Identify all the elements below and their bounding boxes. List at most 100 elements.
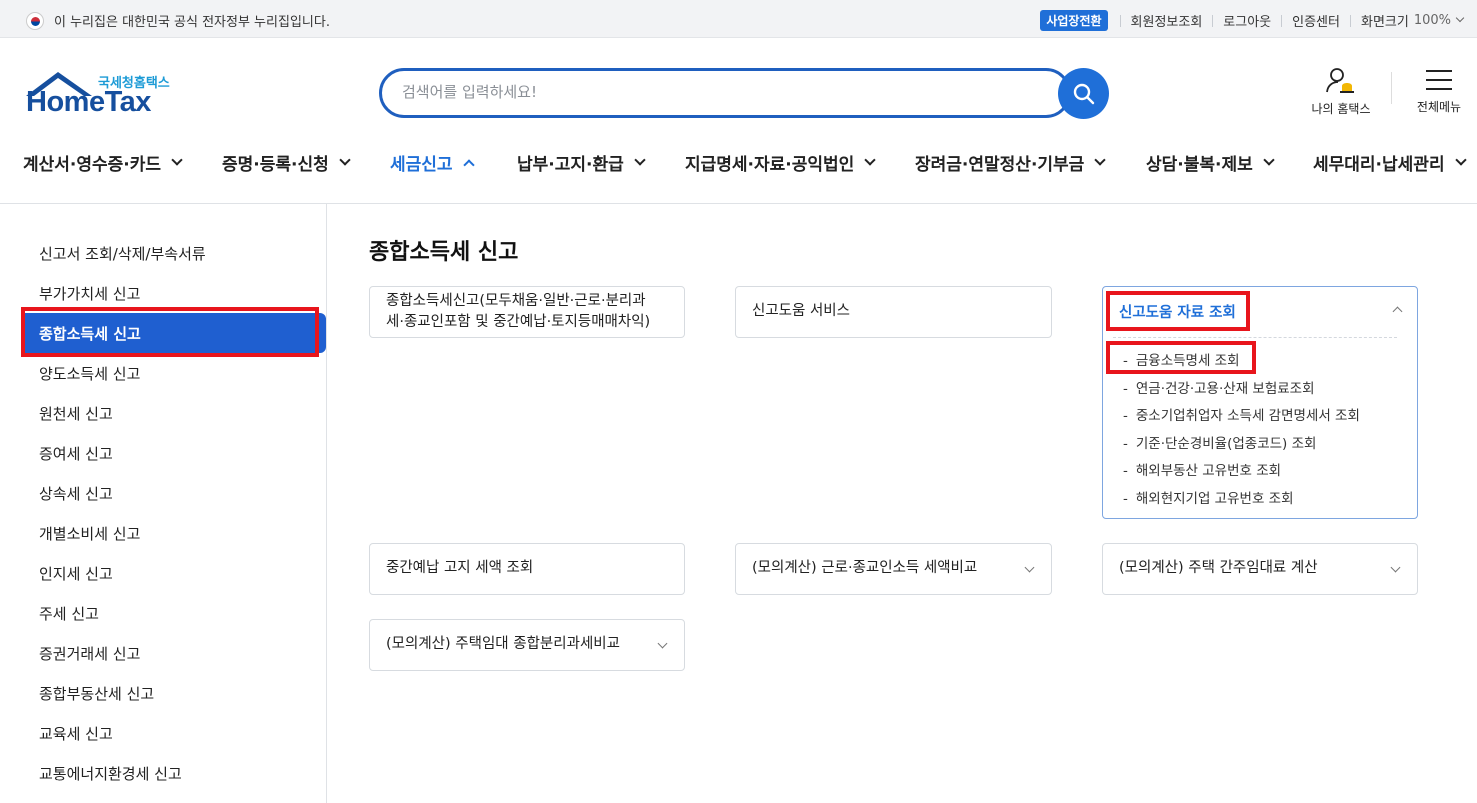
highlight-box bbox=[21, 307, 319, 357]
card-label: (모의계산) 근로·종교인소득 세액비교 bbox=[752, 560, 978, 576]
card-income-tax-filing[interactable]: 종합소득세신고(모두채움·일반·근로·분리과 세·종교인포함 및 중간예납·토지… bbox=[369, 286, 685, 338]
gnb-item-certificate[interactable]: 증명·등록·신청 bbox=[222, 150, 351, 175]
korea-flag-icon bbox=[26, 11, 44, 30]
utility-menu: 사업장전환 회원정보조회 로그아웃 인증센터 화면크기 100% bbox=[1040, 10, 1465, 31]
zoom-value: 100% bbox=[1413, 13, 1451, 28]
my-hometax-button[interactable]: 나의 홈택스 bbox=[1300, 64, 1382, 117]
chevron-up-icon bbox=[462, 158, 475, 171]
card-interim-notice[interactable]: 중간예납 고지 세액 조회 bbox=[369, 543, 685, 595]
sub-item-expense-rate[interactable]: - 기준·단순경비율(업종코드) 조회 bbox=[1123, 432, 1316, 452]
divider bbox=[1349, 14, 1351, 27]
biz-switch-button[interactable]: 사업장전환 bbox=[1040, 10, 1108, 31]
chevron-down-icon bbox=[1455, 13, 1465, 23]
card-help-service[interactable]: 신고도움 서비스 bbox=[735, 286, 1052, 338]
chevron-down-icon bbox=[1094, 154, 1106, 166]
zoom-select[interactable]: 100% bbox=[1413, 13, 1465, 28]
hamburger-icon bbox=[1426, 70, 1452, 90]
all-menu-button[interactable]: 전체메뉴 bbox=[1402, 64, 1476, 115]
chevron-up-icon[interactable] bbox=[1392, 306, 1403, 317]
gnb-item-incentive[interactable]: 장려금·연말정산·기부금 bbox=[915, 150, 1106, 175]
search-button[interactable] bbox=[1058, 68, 1109, 119]
logo-title: HomeTax bbox=[26, 86, 151, 118]
gnb-item-agent[interactable]: 세무대리·납세관리 bbox=[1313, 150, 1467, 175]
card-sim-housing-rental[interactable]: (모의계산) 주택임대 종합분리과세비교 bbox=[369, 619, 685, 671]
lnb-item-gift-tax[interactable]: 증여세 신고 bbox=[39, 443, 113, 464]
lnb-item-transfer-tax[interactable]: 양도소득세 신고 bbox=[39, 363, 140, 384]
lnb-item-withholding[interactable]: 원천세 신고 bbox=[39, 403, 113, 424]
chevron-down-icon bbox=[1454, 154, 1467, 166]
gnb-item-tax-filing[interactable]: 세금신고 bbox=[390, 150, 475, 175]
main-nav: 계산서·영수증·카드 증명·등록·신청 세금신고 납부·고지·환급 지급명세·자… bbox=[0, 140, 1477, 184]
card-label: (모의계산) 주택 간주임대료 계산 bbox=[1119, 560, 1318, 576]
gnb-label: 세금신고 bbox=[390, 155, 453, 175]
gov-notice-text: 이 누리집은 대한민국 공식 전자정부 누리집입니다. bbox=[54, 15, 330, 30]
chevron-down-icon bbox=[339, 154, 351, 166]
gnb-item-payment[interactable]: 납부·고지·환급 bbox=[517, 150, 646, 175]
highlight-box bbox=[1106, 341, 1256, 374]
card-label-line: 세·종교인포함 및 중간예납·토지등매매차익) bbox=[386, 314, 651, 330]
search-icon bbox=[1073, 83, 1094, 104]
gnb-item-invoice[interactable]: 계산서·영수증·카드 bbox=[23, 150, 183, 175]
lnb-item-education[interactable]: 교육세 신고 bbox=[39, 723, 113, 744]
cert-center-link[interactable]: 인증센터 bbox=[1292, 11, 1340, 30]
gov-notice: 이 누리집은 대한민국 공식 전자정부 누리집입니다. bbox=[26, 11, 330, 30]
sub-item-label: 해외현지기업 고유번호 조회 bbox=[1135, 491, 1294, 507]
card-label: 신고도움 서비스 bbox=[752, 303, 850, 319]
gov-banner: 이 누리집은 대한민국 공식 전자정부 누리집입니다. 사업장전환 회원정보조회… bbox=[0, 0, 1477, 38]
lnb-item-stamp[interactable]: 인지세 신고 bbox=[39, 563, 113, 584]
divider bbox=[1119, 14, 1121, 27]
sub-item-label: 중소기업취업자 소득세 감면명세서 조회 bbox=[1135, 408, 1360, 424]
search-input[interactable] bbox=[402, 83, 1042, 101]
divider bbox=[1281, 14, 1283, 27]
gnb-label: 납부·고지·환급 bbox=[517, 155, 624, 175]
user-bell-icon bbox=[1326, 68, 1354, 93]
divider bbox=[1391, 72, 1392, 104]
highlight-box bbox=[1106, 291, 1250, 331]
lnb-item-property[interactable]: 종합부동산세 신고 bbox=[39, 683, 154, 704]
gnb-label: 장려금·연말정산·기부금 bbox=[915, 155, 1085, 175]
hometax-logo[interactable]: 국세청홈택스 HomeTax bbox=[24, 70, 184, 120]
gnb-item-consult[interactable]: 상담·불복·제보 bbox=[1146, 150, 1275, 175]
gnb-label: 상담·불복·제보 bbox=[1146, 155, 1253, 175]
member-info-link[interactable]: 회원정보조회 bbox=[1131, 11, 1203, 30]
gnb-label: 계산서·영수증·카드 bbox=[23, 155, 162, 175]
chevron-down-icon bbox=[634, 154, 646, 166]
sub-item-overseas-property[interactable]: - 해외부동산 고유번호 조회 bbox=[1123, 459, 1281, 479]
chevron-down-icon bbox=[1263, 154, 1275, 166]
card-sim-labor-religious[interactable]: (모의계산) 근로·종교인소득 세액비교 bbox=[735, 543, 1052, 595]
search-box bbox=[379, 68, 1071, 118]
card-sim-deemed-rent[interactable]: (모의계산) 주택 간주임대료 계산 bbox=[1102, 543, 1418, 595]
screen-size-label: 화면크기 bbox=[1360, 15, 1409, 30]
logout-link[interactable]: 로그아웃 bbox=[1223, 11, 1271, 30]
page-title: 종합소득세 신고 bbox=[369, 240, 519, 265]
card-label: 중간예납 고지 세액 조회 bbox=[386, 560, 534, 576]
card-label: 종합소득세신고(모두채움·일반·근로·분리과 세·종교인포함 및 중간예납·토지… bbox=[386, 291, 650, 333]
sub-item-sme-reduction[interactable]: - 중소기업취업자 소득세 감면명세서 조회 bbox=[1123, 404, 1360, 424]
all-menu-label: 전체메뉴 bbox=[1416, 100, 1462, 114]
my-hometax-label: 나의 홈택스 bbox=[1311, 102, 1371, 116]
lnb-item-excise[interactable]: 개별소비세 신고 bbox=[39, 523, 140, 544]
lnb-item-securities[interactable]: 증권거래세 신고 bbox=[39, 643, 140, 664]
lnb-item-vat[interactable]: 부가가치세 신고 bbox=[39, 283, 140, 304]
chevron-down-icon bbox=[171, 154, 183, 166]
lnb-item-energy[interactable]: 교통에너지환경세 신고 bbox=[39, 763, 182, 784]
lnb-item-liquor[interactable]: 주세 신고 bbox=[39, 603, 99, 624]
sub-item-overseas-company[interactable]: - 해외현지기업 고유번호 조회 bbox=[1123, 487, 1294, 507]
lnb-item-inheritance[interactable]: 상속세 신고 bbox=[39, 483, 113, 504]
sub-item-label: 해외부동산 고유번호 조회 bbox=[1135, 463, 1282, 479]
gnb-label: 증명·등록·신청 bbox=[222, 155, 329, 175]
sub-item-insurance[interactable]: - 연금·건강·고용·산재 보험료조회 bbox=[1123, 377, 1315, 397]
card-label-line: 종합소득세신고(모두채움·일반·근로·분리과 bbox=[386, 293, 646, 309]
sub-item-label: 연금·건강·고용·산재 보험료조회 bbox=[1135, 381, 1315, 397]
divider bbox=[1212, 14, 1214, 27]
sub-item-label: 기준·단순경비율(업종코드) 조회 bbox=[1135, 436, 1317, 452]
gnb-label: 지급명세·자료·공익법인 bbox=[685, 155, 855, 175]
chevron-down-icon bbox=[864, 154, 876, 166]
chevron-down-icon bbox=[657, 638, 668, 649]
gnb-label: 세무대리·납세관리 bbox=[1313, 155, 1445, 175]
card-label: (모의계산) 주택임대 종합분리과세비교 bbox=[386, 636, 620, 652]
lnb-item-report-lookup[interactable]: 신고서 조회/삭제/부속서류 bbox=[39, 243, 206, 264]
chevron-down-icon bbox=[1024, 562, 1035, 573]
divider bbox=[1113, 337, 1397, 338]
gnb-item-statements[interactable]: 지급명세·자료·공익법인 bbox=[685, 150, 876, 175]
